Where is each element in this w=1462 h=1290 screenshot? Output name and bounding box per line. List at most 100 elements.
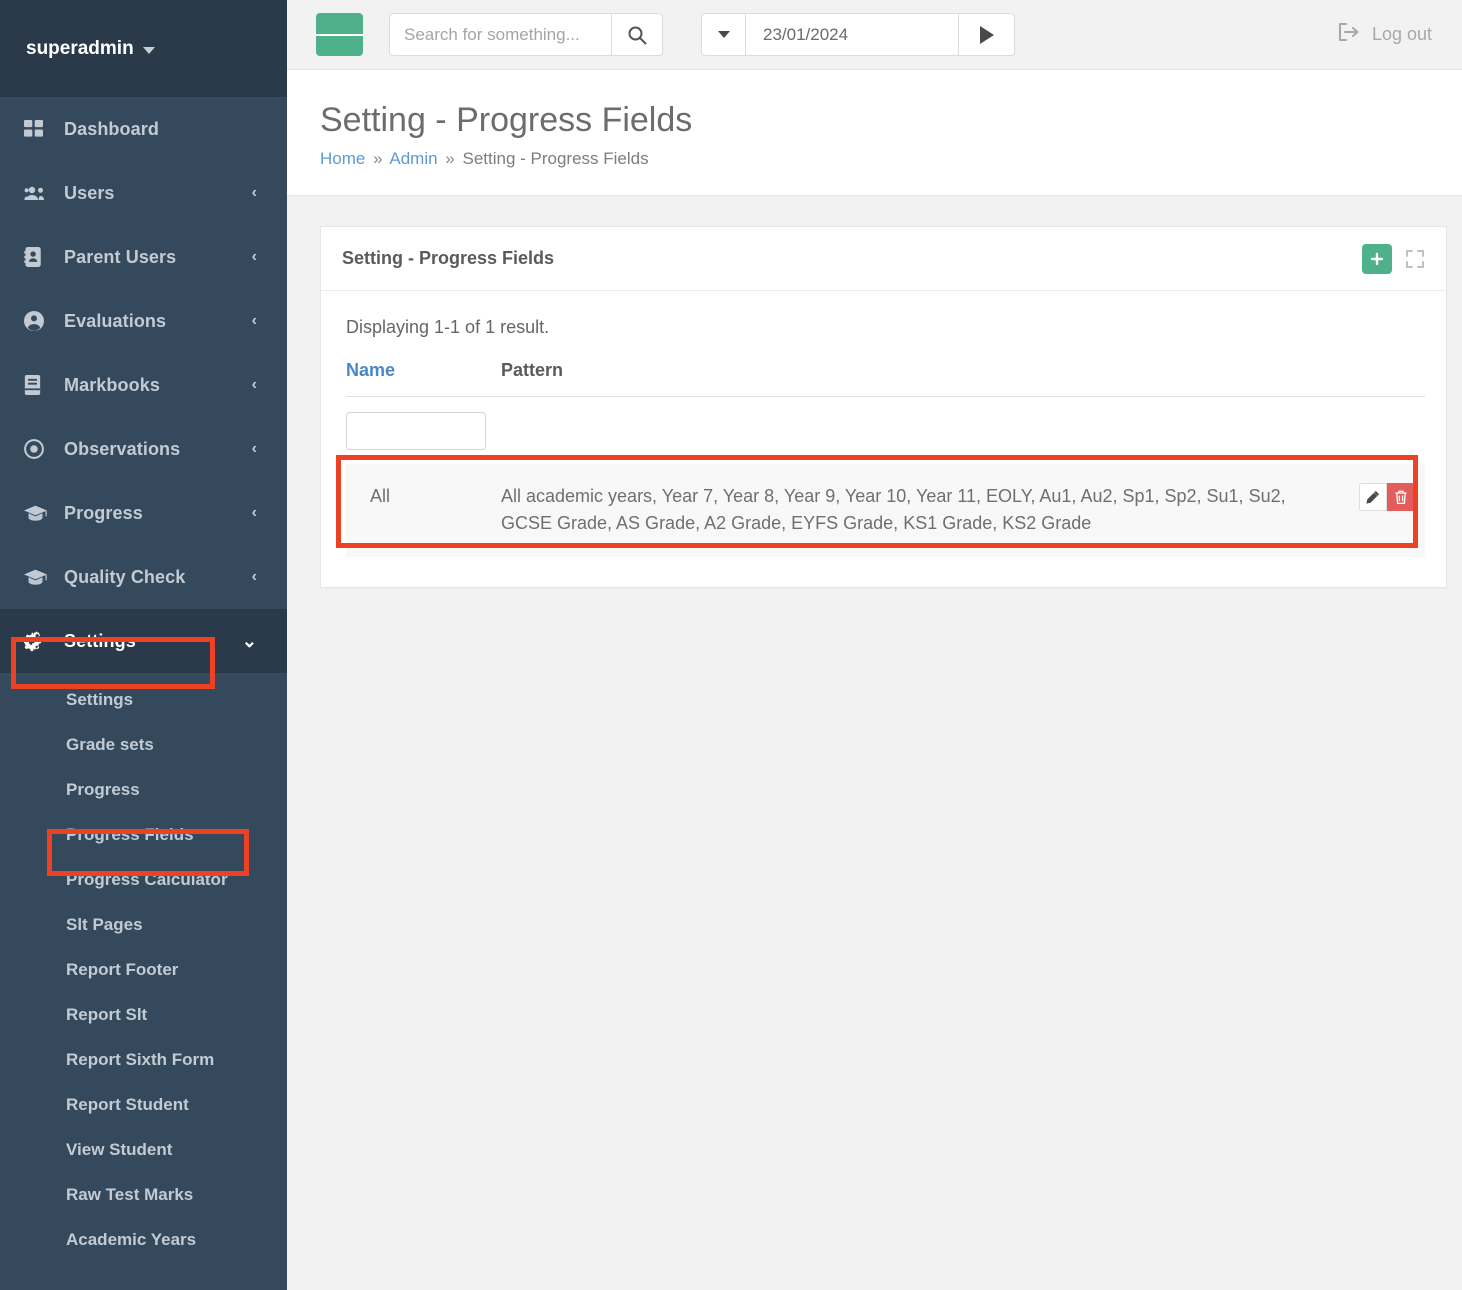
sign-out-icon (1338, 22, 1360, 47)
submenu-item-label: Slt Pages (66, 914, 143, 934)
date-dropdown-toggle[interactable] (701, 13, 745, 56)
dashboard-grid-icon (24, 118, 50, 140)
submenu-item-slt-pages[interactable]: Slt Pages (0, 902, 287, 947)
sidebar-item-label: Evaluations (64, 310, 167, 331)
submenu-item-progress-calculator[interactable]: Progress Calculator (0, 857, 287, 902)
cell-pattern: All academic years, Year 7, Year 8, Year… (501, 486, 1286, 534)
card-title: Setting - Progress Fields (342, 248, 555, 269)
chevron-left-icon: ‹ (251, 568, 257, 585)
search-group (389, 13, 663, 56)
submenu-item-label: Report Footer (66, 959, 179, 979)
sort-by-name-link[interactable]: Name (346, 360, 395, 380)
submenu-item-label: View Student (66, 1139, 173, 1159)
submenu-item-label: Report Slt (66, 1004, 148, 1024)
submenu-item-progress-fields[interactable]: Progress Fields (0, 812, 287, 857)
column-header-actions (1335, 360, 1425, 398)
filter-name-input[interactable] (346, 412, 486, 451)
gears-icon (24, 630, 50, 652)
submenu-item-label: Grade sets (66, 734, 154, 754)
app-root: superadmin Dashboard Users ‹ Parent User… (0, 0, 1462, 1290)
caret-down-icon (717, 31, 730, 38)
sidebar-item-markbooks[interactable]: Markbooks ‹ (0, 353, 287, 417)
edit-row-button[interactable] (1359, 483, 1387, 512)
content-area: Setting - Progress Fields Displaying 1-1… (287, 196, 1462, 1290)
user-menu-toggle[interactable]: superadmin (26, 38, 155, 60)
submenu-item-label: Settings (66, 689, 134, 709)
graduation-cap-icon (24, 502, 50, 524)
breadcrumb-admin[interactable]: Admin (389, 149, 437, 168)
submenu-item-report-sixth-form[interactable]: Report Sixth Form (0, 1037, 287, 1082)
chevron-left-icon: ‹ (251, 440, 257, 457)
date-go-button[interactable] (958, 13, 1015, 56)
column-header-pattern: Pattern (501, 360, 1335, 398)
expand-icon[interactable] (1404, 248, 1426, 270)
filter-cell-name (346, 397, 501, 465)
breadcrumb-home[interactable]: Home (320, 149, 365, 168)
progress-fields-table: Name Pattern All All academic years, Yea… (346, 360, 1425, 558)
breadcrumb-current: Setting - Progress Fields (462, 149, 649, 169)
date-input[interactable] (745, 13, 958, 56)
sidebar-item-observations[interactable]: Observations ‹ (0, 417, 287, 481)
delete-row-button[interactable] (1387, 483, 1415, 512)
chevron-left-icon: ‹ (251, 184, 257, 201)
caret-down-icon (142, 46, 155, 54)
cell-name: All (370, 486, 391, 507)
book-icon (24, 374, 50, 396)
card-header: Setting - Progress Fields (321, 227, 1446, 292)
submenu-item-report-student[interactable]: Report Student (0, 1082, 287, 1127)
hamburger-icon[interactable] (316, 13, 364, 56)
table-head: Name Pattern (346, 360, 1425, 398)
sidebar-item-label: Quality Check (64, 566, 186, 587)
sidebar-item-label: Progress (64, 502, 143, 523)
add-record-button[interactable] (1362, 243, 1392, 274)
sidebar-nav: Dashboard Users ‹ Parent Users ‹ Evaluat… (0, 97, 287, 1290)
submenu-item-academic-years[interactable]: Academic Years (0, 1217, 287, 1262)
submenu-item-grade-sets[interactable]: Grade sets (0, 722, 287, 767)
submenu-item-progress[interactable]: Progress (0, 767, 287, 812)
page-header: Setting - Progress Fields Home » Admin »… (287, 70, 1462, 197)
result-count: Displaying 1-1 of 1 result. (346, 317, 550, 338)
sidebar-item-parent-users[interactable]: Parent Users ‹ (0, 225, 287, 289)
sidebar-item-label: Users (64, 182, 115, 203)
submenu-item-label: Report Student (66, 1094, 189, 1114)
breadcrumb-separator: » (373, 149, 383, 169)
breadcrumb-separator: » (445, 149, 455, 169)
submenu-item-raw-test-marks[interactable]: Raw Test Marks (0, 1172, 287, 1217)
address-book-icon (24, 246, 50, 268)
sidebar-item-label: Markbooks (64, 374, 160, 395)
submenu-item-report-slt[interactable]: Report Slt (0, 992, 287, 1037)
target-icon (24, 438, 50, 460)
user-circle-icon (24, 310, 50, 332)
main-region: Log out Setting - Progress Fields Home »… (287, 0, 1462, 1290)
submenu-item-settings[interactable]: Settings (0, 677, 287, 722)
table-row[interactable]: All All academic years, Year 7, Year 8, … (346, 464, 1425, 558)
column-header-name: Name (346, 360, 501, 398)
search-input[interactable] (389, 13, 611, 56)
topbar: Log out (287, 0, 1462, 70)
sidebar-item-progress[interactable]: Progress ‹ (0, 481, 287, 545)
submenu-item-report-footer[interactable]: Report Footer (0, 947, 287, 992)
settings-submenu: Settings Grade sets Progress Progress Fi… (0, 673, 287, 1262)
sidebar-item-settings[interactable]: Settings ⌄ (0, 609, 287, 673)
search-icon[interactable] (611, 13, 663, 56)
chevron-left-icon: ‹ (251, 248, 257, 265)
sidebar-item-label: Settings (64, 630, 136, 651)
submenu-item-label: Report Sixth Form (66, 1049, 215, 1069)
row-action-group (1359, 483, 1415, 512)
sidebar-item-evaluations[interactable]: Evaluations ‹ (0, 289, 287, 353)
sidebar-item-users[interactable]: Users ‹ (0, 161, 287, 225)
sidebar: superadmin Dashboard Users ‹ Parent User… (0, 0, 287, 1290)
submenu-item-label: Academic Years (66, 1229, 197, 1249)
submenu-item-label: Progress Calculator (66, 869, 228, 889)
table-header-row: Name Pattern (346, 360, 1425, 398)
logout-label: Log out (1371, 24, 1432, 44)
sidebar-item-dashboard[interactable]: Dashboard (0, 97, 287, 161)
submenu-item-view-student[interactable]: View Student (0, 1127, 287, 1172)
page-title: Setting - Progress Fields (320, 101, 693, 139)
sidebar-item-label: Dashboard (64, 118, 159, 139)
date-picker-group (701, 13, 1015, 56)
users-icon (24, 182, 50, 204)
submenu-item-label: Progress (66, 779, 140, 799)
logout-button[interactable]: Log out (1338, 22, 1432, 47)
sidebar-item-quality-check[interactable]: Quality Check ‹ (0, 545, 287, 609)
